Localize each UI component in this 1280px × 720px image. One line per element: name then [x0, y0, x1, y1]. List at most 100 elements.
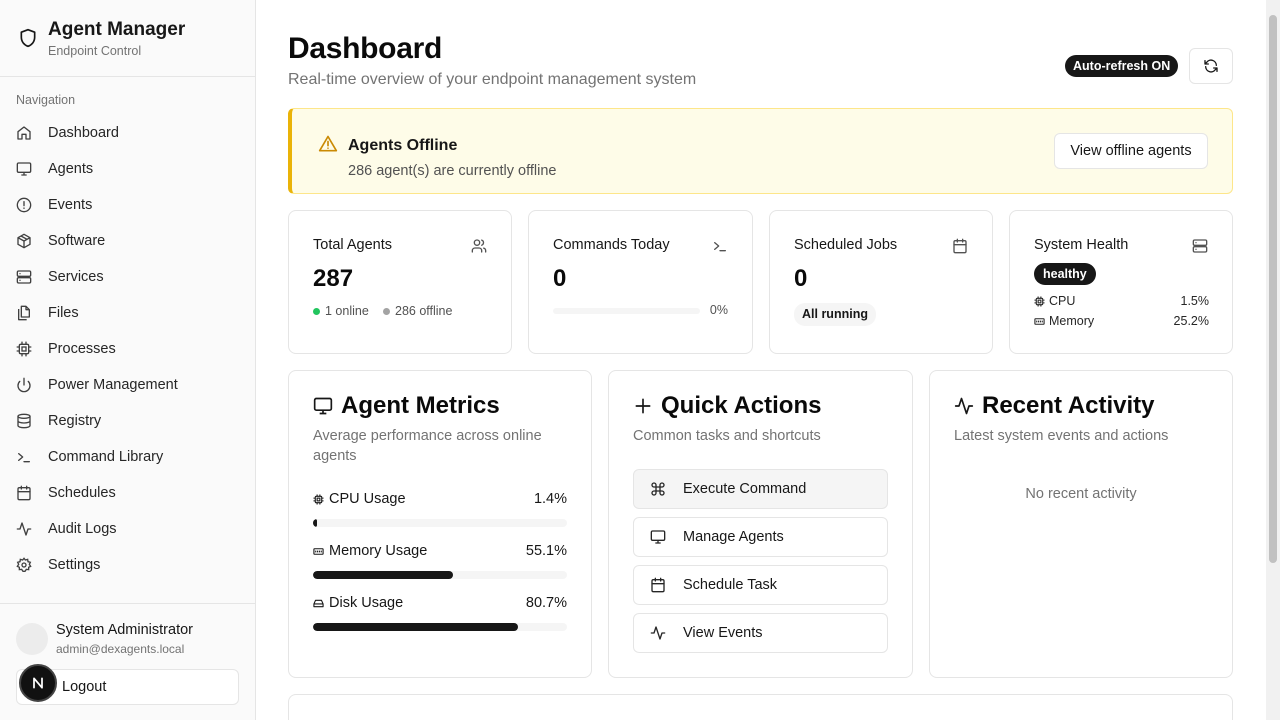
- metric-label: CPU Usage: [329, 491, 406, 507]
- manage-agents-button[interactable]: Manage Agents: [633, 517, 888, 557]
- health-cpu-value: 1.5%: [1180, 294, 1210, 308]
- scheduled-jobs-card: Scheduled Jobs 0 All running: [769, 210, 993, 354]
- health-status-badge: healthy: [1034, 263, 1096, 285]
- view-events-button[interactable]: View Events: [633, 613, 888, 653]
- quick-actions-card: Quick Actions Common tasks and shortcuts…: [608, 370, 913, 678]
- total-agents-card: Total Agents 287 1 online 286 offline: [288, 210, 512, 354]
- sidebar-item-settings[interactable]: Settings: [8, 547, 248, 583]
- recent-activity-card: Recent Activity Latest system events and…: [929, 370, 1233, 678]
- sidebar-item-label: Processes: [48, 341, 116, 357]
- home-icon: [17, 126, 31, 140]
- user-panel: System Administrator admin@dexagents.loc…: [0, 603, 255, 720]
- app-title: Agent Manager: [48, 19, 186, 40]
- users-icon: [471, 239, 487, 253]
- agent-metrics-title: Agent Metrics: [341, 392, 500, 419]
- sidebar-item-audit-logs[interactable]: Audit Logs: [8, 511, 248, 547]
- files-icon: [18, 305, 30, 321]
- scrollbar-thumb[interactable]: [1269, 15, 1277, 563]
- refresh-icon: [1204, 59, 1218, 73]
- view-offline-agents-button[interactable]: View offline agents: [1054, 133, 1208, 169]
- sidebar-item-power-management[interactable]: Power Management: [8, 367, 248, 403]
- user-name: System Administrator: [56, 622, 193, 638]
- plus-icon: [635, 398, 651, 414]
- app-subtitle: Endpoint Control: [48, 44, 142, 58]
- calendar-icon: [953, 238, 967, 254]
- sidebar-item-services[interactable]: Services: [8, 259, 248, 295]
- stat-value: 287: [313, 265, 354, 292]
- refresh-button[interactable]: [1189, 48, 1233, 84]
- cpu-icon: [313, 493, 324, 505]
- alert-circle-icon: [16, 197, 32, 213]
- cpu-icon: [1034, 295, 1045, 307]
- card-title: Quick Actions: [633, 392, 821, 420]
- sidebar-item-command-library[interactable]: Command Library: [8, 439, 248, 475]
- memory-icon: [1034, 317, 1045, 325]
- metric-value: 80.7%: [525, 595, 567, 611]
- agent-metrics-card: Agent Metrics Average performance across…: [288, 370, 592, 678]
- online-text: 1 online: [325, 304, 369, 318]
- metric-track: [313, 623, 567, 631]
- main-content: Dashboard Real-time overview of your end…: [256, 0, 1266, 720]
- sidebar: Agent Manager Endpoint Control Navigatio…: [0, 0, 256, 720]
- action-label: Schedule Task: [683, 577, 778, 593]
- avatar: [16, 623, 48, 655]
- stat-value: 0: [794, 265, 808, 292]
- metric-label: Disk Usage: [329, 595, 404, 611]
- monitor-icon: [313, 397, 333, 415]
- schedule-task-button[interactable]: Schedule Task: [633, 565, 888, 605]
- monitor-icon: [650, 530, 666, 544]
- page-title: Dashboard: [288, 32, 442, 65]
- nav-list: Dashboard Agents Events Software Service…: [8, 115, 248, 583]
- package-icon: [17, 233, 31, 249]
- offline-alert: Agents Offline 286 agent(s) are currentl…: [288, 108, 1233, 194]
- health-cpu-label: CPU: [1049, 294, 1076, 308]
- alert-title: Agents Offline: [348, 137, 458, 154]
- online-count: 1 online: [313, 304, 369, 318]
- card-title: Recent Activity: [954, 392, 1155, 420]
- activity-icon: [954, 397, 974, 415]
- health-memory-value: 25.2%: [1173, 314, 1209, 328]
- action-label: Manage Agents: [683, 529, 784, 545]
- execute-command-button[interactable]: Execute Command: [633, 469, 888, 509]
- memory-usage-metric: Memory Usage 55.1%: [313, 541, 567, 579]
- stat-label: Commands Today: [553, 237, 670, 253]
- sidebar-item-registry[interactable]: Registry: [8, 403, 248, 439]
- health-memory-label: Memory: [1049, 314, 1095, 328]
- auto-refresh-badge[interactable]: Auto-refresh ON: [1065, 55, 1179, 77]
- sidebar-item-dashboard[interactable]: Dashboard: [8, 115, 248, 151]
- recent-activity-title: Recent Activity: [982, 392, 1155, 419]
- hard-drive-icon: [313, 599, 324, 607]
- cpu-usage-fill: [313, 519, 317, 527]
- terminal-icon: [18, 453, 30, 463]
- activity-icon: [650, 626, 666, 640]
- scrollbar[interactable]: [1266, 0, 1280, 720]
- quick-actions-subtitle: Common tasks and shortcuts: [633, 428, 821, 444]
- metric-track: [313, 571, 567, 579]
- brand: Agent Manager Endpoint Control: [0, 0, 255, 77]
- sidebar-item-schedules[interactable]: Schedules: [8, 475, 248, 511]
- sidebar-item-software[interactable]: Software: [8, 223, 248, 259]
- memory-usage-fill: [313, 571, 453, 579]
- action-label: Execute Command: [683, 481, 807, 497]
- calendar-icon: [651, 577, 665, 593]
- status-badge: All running: [794, 303, 876, 326]
- sidebar-item-events[interactable]: Events: [8, 187, 248, 223]
- n-logo-icon: [33, 677, 43, 689]
- power-icon: [17, 377, 31, 393]
- sidebar-item-label: Dashboard: [48, 125, 119, 141]
- sidebar-item-processes[interactable]: Processes: [8, 331, 248, 367]
- commands-progress-bar: [553, 308, 700, 314]
- sidebar-item-label: Registry: [48, 413, 102, 429]
- sidebar-item-files[interactable]: Files: [8, 295, 248, 331]
- monitor-icon: [16, 162, 32, 176]
- disk-usage-metric: Disk Usage 80.7%: [313, 593, 567, 631]
- cpu-icon: [16, 341, 32, 357]
- commands-percent: 0%: [709, 303, 728, 317]
- terminal-icon: [714, 242, 726, 252]
- offline-text: 286 offline: [395, 304, 453, 318]
- next-dev-badge[interactable]: [19, 664, 57, 702]
- sidebar-item-agents[interactable]: Agents: [8, 151, 248, 187]
- stat-value: 0: [553, 265, 567, 292]
- page-subtitle: Real-time overview of your endpoint mana…: [288, 71, 697, 88]
- health-cpu-row: CPU 1.5%: [1034, 294, 1209, 308]
